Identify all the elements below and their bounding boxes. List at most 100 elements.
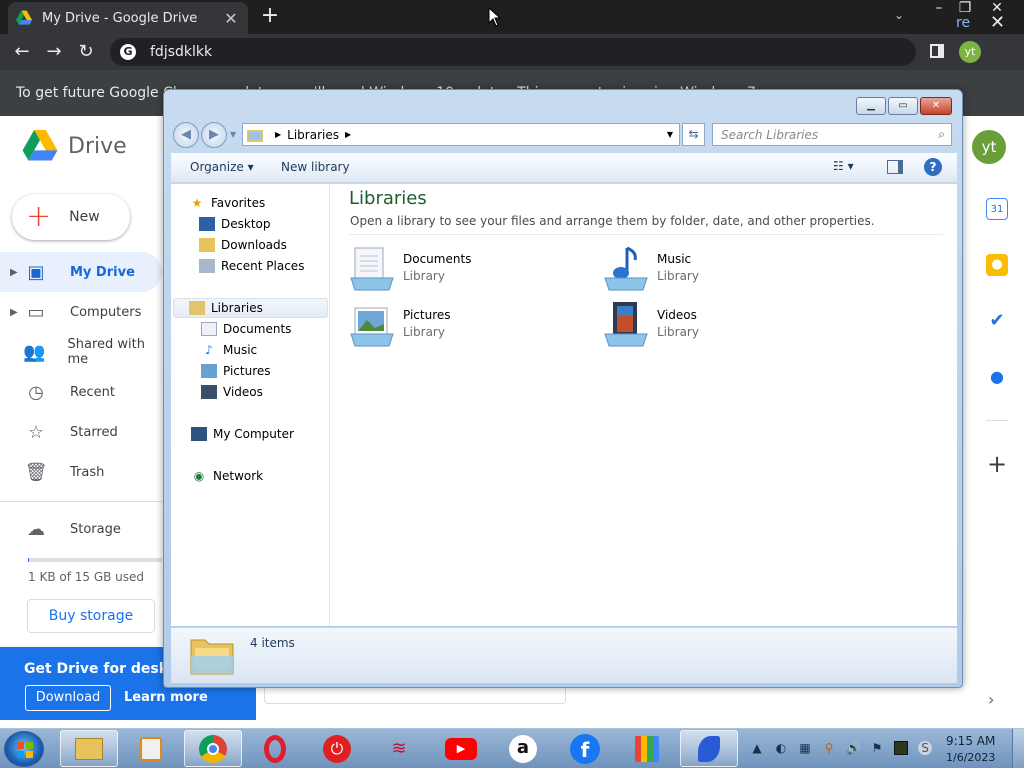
navpane-pictures[interactable]: Pictures xyxy=(201,362,271,380)
navpane-downloads[interactable]: Downloads xyxy=(199,236,287,254)
calendar-icon[interactable]: 31 xyxy=(986,198,1008,220)
navpane-favorites[interactable]: ★ Favorites xyxy=(189,194,266,212)
amazon-icon[interactable]: a xyxy=(494,730,552,767)
new-library-button[interactable]: New library xyxy=(281,160,350,174)
nav-recent[interactable]: ◷ Recent xyxy=(0,372,162,412)
navpane-libraries[interactable]: Libraries xyxy=(173,298,328,318)
contacts-icon[interactable]: ● xyxy=(986,366,1008,388)
profile-avatar[interactable]: yt xyxy=(959,41,981,63)
help-icon[interactable]: ? xyxy=(924,158,942,176)
bird-app-icon[interactable] xyxy=(680,730,738,767)
volume-icon[interactable]: 🔊 xyxy=(846,741,861,755)
bank-icon[interactable]: ≋ xyxy=(370,730,428,767)
recent-pages-chevron-icon[interactable]: ▼ xyxy=(230,130,236,139)
explorer-minimize-button[interactable]: ▁ xyxy=(856,97,886,115)
nav-computers[interactable]: ▶ ▭ Computers xyxy=(0,292,162,332)
expand-caret-icon[interactable]: ▶ xyxy=(10,267,22,278)
navpane-videos[interactable]: Videos xyxy=(201,383,263,401)
tray-app-icon[interactable]: ◐ xyxy=(774,741,788,755)
info-bar-close-icon[interactable]: ✕ xyxy=(990,12,1005,33)
keep-icon[interactable]: ● xyxy=(986,254,1008,276)
chrome-icon[interactable] xyxy=(184,730,242,767)
power-icon[interactable]: ⏻ xyxy=(308,730,366,767)
address-dropdown-icon[interactable]: ▼ xyxy=(667,130,673,139)
info-bar-link[interactable]: re xyxy=(956,15,970,31)
explorer-address-bar[interactable]: ▶ Libraries ▶ ▼ xyxy=(242,123,680,146)
nav-trash[interactable]: 🗑 Trash xyxy=(0,452,162,492)
breadcrumb-segment[interactable]: Libraries xyxy=(287,128,339,142)
clock-date[interactable]: 1/6/2023 xyxy=(946,751,995,764)
shopping-bag-icon[interactable] xyxy=(618,730,676,767)
action-center-flag-icon[interactable]: ⚑ xyxy=(870,741,884,755)
back-arrow-icon[interactable]: ← xyxy=(10,40,34,64)
media-player-icon[interactable] xyxy=(122,730,180,767)
explorer-maximize-button[interactable]: ▭ xyxy=(888,97,918,115)
buy-storage-button[interactable]: Buy storage xyxy=(27,599,155,633)
star-icon: ☆ xyxy=(27,421,45,443)
new-tab-button[interactable]: + xyxy=(258,4,282,30)
pictures-library-icon xyxy=(350,307,394,347)
minimize-button[interactable]: – xyxy=(926,0,952,18)
drive-logo[interactable]: Drive xyxy=(22,130,127,162)
downloads-folder-icon xyxy=(199,238,215,252)
refresh-icon[interactable]: ⇆ xyxy=(682,123,705,146)
search-tray-icon[interactable]: ⚲ xyxy=(822,741,836,755)
explorer-body: ★ Favorites Desktop Downloads Recent Plac… xyxy=(171,184,957,626)
explorer-back-icon[interactable]: ◀ xyxy=(173,122,199,148)
show-side-panel-chevron-icon[interactable]: › xyxy=(988,690,994,709)
address-bar[interactable]: G fdjsdklkk xyxy=(110,38,916,66)
facebook-icon[interactable]: f xyxy=(556,730,614,767)
reload-icon[interactable]: ↻ xyxy=(74,40,98,64)
library-pictures[interactable]: Pictures Library xyxy=(349,300,589,350)
storage-usage-fill xyxy=(28,558,30,562)
clock-time[interactable]: 9:15 AM xyxy=(946,734,995,748)
change-view-icon[interactable]: ☷ ▾ xyxy=(833,159,863,173)
account-avatar[interactable]: yt xyxy=(972,130,1006,164)
tray-expand-icon[interactable]: ▲ xyxy=(750,741,764,755)
organize-button[interactable]: Organize ▾ xyxy=(190,160,254,174)
nav-label: Recent xyxy=(70,384,115,400)
navpane-network[interactable]: ◉ Network xyxy=(191,467,263,485)
show-desktop-button[interactable] xyxy=(1012,729,1024,768)
navpane-my-computer[interactable]: My Computer xyxy=(191,425,294,443)
search-libraries-input[interactable]: Search Libraries ⌕ xyxy=(712,123,952,146)
browser-tab[interactable]: My Drive - Google Drive ✕ xyxy=(8,2,248,34)
navpane-music[interactable]: ♪ Music xyxy=(201,341,257,359)
tray-monitor-icon[interactable] xyxy=(894,741,908,755)
nav-label: My Drive xyxy=(70,264,135,280)
tab-close-icon[interactable]: ✕ xyxy=(222,9,240,28)
plus-icon: + xyxy=(26,199,52,234)
forward-arrow-icon[interactable]: → xyxy=(42,40,66,64)
download-button[interactable]: Download xyxy=(25,685,111,711)
explorer-close-button[interactable]: ✕ xyxy=(920,97,952,115)
youtube-icon[interactable]: ▶ xyxy=(432,730,490,767)
preview-pane-icon[interactable] xyxy=(887,160,903,174)
learn-more-link[interactable]: Learn more xyxy=(124,690,208,705)
mouse-cursor-icon xyxy=(488,7,502,27)
skype-tray-icon[interactable]: S xyxy=(918,741,932,755)
nav-starred[interactable]: ☆ Starred xyxy=(0,412,162,452)
library-documents[interactable]: Documents Library xyxy=(349,244,589,294)
network-tray-icon[interactable]: ▦ xyxy=(798,741,812,755)
expand-caret-icon[interactable]: ▶ xyxy=(10,307,22,318)
tab-search-chevron-icon[interactable]: ⌄ xyxy=(894,8,904,22)
tasks-icon[interactable]: ✔ xyxy=(986,310,1008,332)
navpane-recent-places[interactable]: Recent Places xyxy=(199,257,304,275)
navpane-desktop[interactable]: Desktop xyxy=(199,215,271,233)
get-addons-plus-icon[interactable]: + xyxy=(986,450,1008,478)
new-button[interactable]: + New xyxy=(12,194,130,240)
nav-shared-with-me[interactable]: 👥 Shared with me xyxy=(0,332,162,372)
library-videos[interactable]: Videos Library xyxy=(603,300,843,350)
content-subtitle: Open a library to see your files and arr… xyxy=(350,214,875,228)
opera-icon[interactable] xyxy=(246,730,304,767)
nav-storage[interactable]: ☁ Storage xyxy=(0,509,162,549)
desktop-icon xyxy=(199,217,215,231)
library-music[interactable]: Music Library xyxy=(603,244,843,294)
file-explorer-icon[interactable] xyxy=(60,730,118,767)
navpane-documents[interactable]: Documents xyxy=(201,320,291,338)
breadcrumb-arrow-icon[interactable]: ▶ xyxy=(345,130,351,139)
side-panel-icon[interactable] xyxy=(930,44,944,58)
nav-my-drive[interactable]: ▶ ▣ My Drive xyxy=(0,252,162,292)
explorer-forward-icon[interactable]: ▶ xyxy=(201,122,227,148)
start-button[interactable] xyxy=(4,731,44,767)
